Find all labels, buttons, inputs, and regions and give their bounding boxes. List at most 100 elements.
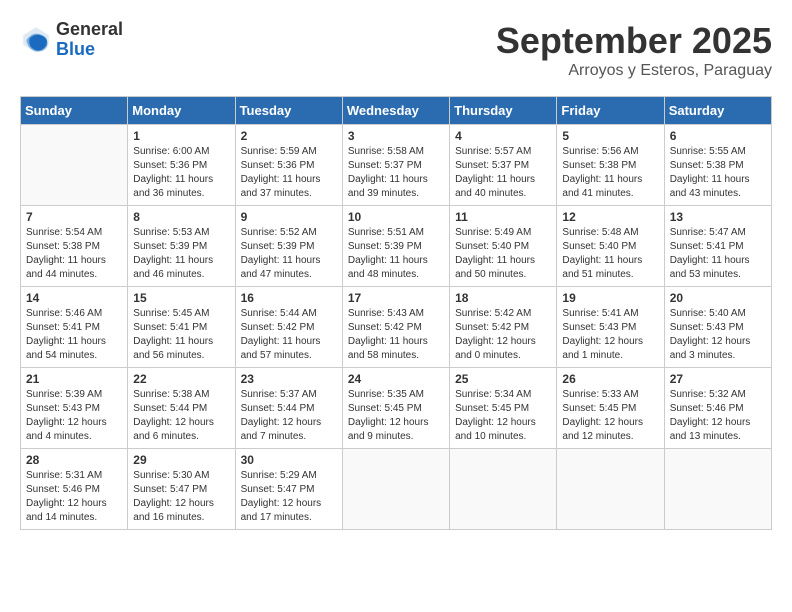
calendar-cell: 20Sunrise: 5:40 AMSunset: 5:43 PMDayligh… — [664, 287, 771, 368]
day-number: 1 — [133, 129, 229, 143]
day-info: Sunrise: 5:58 AMSunset: 5:37 PMDaylight:… — [348, 145, 444, 201]
month-title: September 2025 — [496, 20, 772, 62]
day-info: Sunrise: 5:35 AMSunset: 5:45 PMDaylight:… — [348, 388, 444, 444]
calendar-cell: 26 Sunrise: 5:33 AMSunset: 5:45 PMDayligh… — [557, 368, 664, 449]
day-info: Sunrise: 5:40 AMSunset: 5:43 PMDaylight:… — [670, 307, 766, 363]
day-info: Sunrise: 5:30 AMSunset: 5:47 PMDaylight:… — [133, 469, 229, 525]
day-number: 27 — [670, 372, 766, 386]
calendar-week-4: 21Sunrise: 5:39 AMSunset: 5:43 PMDayligh… — [21, 368, 772, 449]
logo-blue: Blue — [56, 40, 123, 60]
day-number: 24 — [348, 372, 444, 386]
logo-text: General Blue — [56, 20, 123, 60]
calendar-cell: 28Sunrise: 5:31 AMSunset: 5:46 PMDayligh… — [21, 449, 128, 530]
calendar-cell: 27 Sunrise: 5:32 AMSunset: 5:46 PMDayligh… — [664, 368, 771, 449]
calendar-cell: 12 Sunrise: 5:48 AMSunset: 5:40 PMDayligh… — [557, 206, 664, 287]
calendar-cell: 17Sunrise: 5:43 AMSunset: 5:42 PMDayligh… — [342, 287, 449, 368]
calendar-cell: 5 Sunrise: 5:56 AMSunset: 5:38 PMDaylight… — [557, 125, 664, 206]
day-info: Sunrise: 5:51 AMSunset: 5:39 PMDaylight:… — [348, 226, 444, 282]
calendar-week-2: 7Sunrise: 5:54 AMSunset: 5:38 PMDaylight… — [21, 206, 772, 287]
day-number: 12 — [562, 210, 658, 224]
day-number: 5 — [562, 129, 658, 143]
calendar-cell: 21Sunrise: 5:39 AMSunset: 5:43 PMDayligh… — [21, 368, 128, 449]
day-number: 23 — [241, 372, 337, 386]
day-info: Sunrise: 5:43 AMSunset: 5:42 PMDaylight:… — [348, 307, 444, 363]
day-info: Sunrise: 6:00 AMSunset: 5:36 PMDaylight:… — [133, 145, 229, 201]
calendar-cell — [450, 449, 557, 530]
day-info: Sunrise: 5:53 AMSunset: 5:39 PMDaylight:… — [133, 226, 229, 282]
logo-icon — [20, 24, 52, 56]
calendar-cell: 1 Sunrise: 6:00 AMSunset: 5:36 PMDaylight… — [128, 125, 235, 206]
day-info: Sunrise: 5:29 AMSunset: 5:47 PMDaylight:… — [241, 469, 337, 525]
logo-general: General — [56, 20, 123, 40]
day-info: Sunrise: 5:37 AMSunset: 5:44 PMDaylight:… — [241, 388, 337, 444]
day-number: 2 — [241, 129, 337, 143]
calendar-cell: 22Sunrise: 5:38 AMSunset: 5:44 PMDayligh… — [128, 368, 235, 449]
day-info: Sunrise: 5:49 AMSunset: 5:40 PMDaylight:… — [455, 226, 551, 282]
day-number: 3 — [348, 129, 444, 143]
header-monday: Monday — [128, 97, 235, 125]
calendar-cell: 9 Sunrise: 5:52 AMSunset: 5:39 PMDaylight… — [235, 206, 342, 287]
location-subtitle: Arroyos y Esteros, Paraguay — [496, 62, 772, 80]
calendar-table: SundayMondayTuesdayWednesdayThursdayFrid… — [20, 96, 772, 530]
day-info: Sunrise: 5:52 AMSunset: 5:39 PMDaylight:… — [241, 226, 337, 282]
day-info: Sunrise: 5:32 AMSunset: 5:46 PMDaylight:… — [670, 388, 766, 444]
calendar-cell: 23 Sunrise: 5:37 AMSunset: 5:44 PMDayligh… — [235, 368, 342, 449]
calendar-cell: 10 Sunrise: 5:51 AMSunset: 5:39 PMDayligh… — [342, 206, 449, 287]
calendar-cell: 8 Sunrise: 5:53 AMSunset: 5:39 PMDaylight… — [128, 206, 235, 287]
calendar-cell: 3 Sunrise: 5:58 AMSunset: 5:37 PMDaylight… — [342, 125, 449, 206]
day-number: 9 — [241, 210, 337, 224]
calendar-cell: 24 Sunrise: 5:35 AMSunset: 5:45 PMDayligh… — [342, 368, 449, 449]
day-number: 15 — [133, 291, 229, 305]
calendar-cell: 2 Sunrise: 5:59 AMSunset: 5:36 PMDaylight… — [235, 125, 342, 206]
calendar-cell — [557, 449, 664, 530]
day-number: 22 — [133, 372, 229, 386]
calendar-header-row: SundayMondayTuesdayWednesdayThursdayFrid… — [21, 97, 772, 125]
day-info: Sunrise: 5:56 AMSunset: 5:38 PMDaylight:… — [562, 145, 658, 201]
day-number: 26 — [562, 372, 658, 386]
calendar-cell: 15 Sunrise: 5:45 AMSunset: 5:41 PMDayligh… — [128, 287, 235, 368]
day-number: 8 — [133, 210, 229, 224]
day-info: Sunrise: 5:44 AMSunset: 5:42 PMDaylight:… — [241, 307, 337, 363]
day-info: Sunrise: 5:42 AMSunset: 5:42 PMDaylight:… — [455, 307, 551, 363]
calendar-cell — [664, 449, 771, 530]
day-info: Sunrise: 5:55 AMSunset: 5:38 PMDaylight:… — [670, 145, 766, 201]
day-number: 18 — [455, 291, 551, 305]
header-sunday: Sunday — [21, 97, 128, 125]
calendar-week-3: 14Sunrise: 5:46 AMSunset: 5:41 PMDayligh… — [21, 287, 772, 368]
day-number: 11 — [455, 210, 551, 224]
calendar-cell: 30 Sunrise: 5:29 AMSunset: 5:47 PMDayligh… — [235, 449, 342, 530]
day-number: 25 — [455, 372, 551, 386]
day-info: Sunrise: 5:45 AMSunset: 5:41 PMDaylight:… — [133, 307, 229, 363]
title-block: September 2025 Arroyos y Esteros, Paragu… — [496, 20, 772, 80]
calendar-cell: 29 Sunrise: 5:30 AMSunset: 5:47 PMDayligh… — [128, 449, 235, 530]
calendar-cell: 14Sunrise: 5:46 AMSunset: 5:41 PMDayligh… — [21, 287, 128, 368]
day-number: 7 — [26, 210, 122, 224]
calendar-cell: 18 Sunrise: 5:42 AMSunset: 5:42 PMDayligh… — [450, 287, 557, 368]
day-info: Sunrise: 5:33 AMSunset: 5:45 PMDaylight:… — [562, 388, 658, 444]
day-number: 6 — [670, 129, 766, 143]
day-number: 29 — [133, 453, 229, 467]
day-info: Sunrise: 5:39 AMSunset: 5:43 PMDaylight:… — [26, 388, 122, 444]
calendar-cell: 13 Sunrise: 5:47 AMSunset: 5:41 PMDayligh… — [664, 206, 771, 287]
day-number: 19 — [562, 291, 658, 305]
day-number: 30 — [241, 453, 337, 467]
calendar-cell: 16 Sunrise: 5:44 AMSunset: 5:42 PMDayligh… — [235, 287, 342, 368]
calendar-week-1: 1 Sunrise: 6:00 AMSunset: 5:36 PMDaylight… — [21, 125, 772, 206]
calendar-cell: 11 Sunrise: 5:49 AMSunset: 5:40 PMDayligh… — [450, 206, 557, 287]
day-number: 10 — [348, 210, 444, 224]
calendar-cell — [342, 449, 449, 530]
logo: General Blue — [20, 20, 123, 60]
day-info: Sunrise: 5:59 AMSunset: 5:36 PMDaylight:… — [241, 145, 337, 201]
header-thursday: Thursday — [450, 97, 557, 125]
day-info: Sunrise: 5:46 AMSunset: 5:41 PMDaylight:… — [26, 307, 122, 363]
day-info: Sunrise: 5:57 AMSunset: 5:37 PMDaylight:… — [455, 145, 551, 201]
page-header: General Blue September 2025 Arroyos y Es… — [20, 20, 772, 80]
day-number: 16 — [241, 291, 337, 305]
day-info: Sunrise: 5:34 AMSunset: 5:45 PMDaylight:… — [455, 388, 551, 444]
calendar-week-5: 28Sunrise: 5:31 AMSunset: 5:46 PMDayligh… — [21, 449, 772, 530]
day-number: 13 — [670, 210, 766, 224]
day-info: Sunrise: 5:48 AMSunset: 5:40 PMDaylight:… — [562, 226, 658, 282]
calendar-cell — [21, 125, 128, 206]
day-info: Sunrise: 5:31 AMSunset: 5:46 PMDaylight:… — [26, 469, 122, 525]
day-info: Sunrise: 5:47 AMSunset: 5:41 PMDaylight:… — [670, 226, 766, 282]
